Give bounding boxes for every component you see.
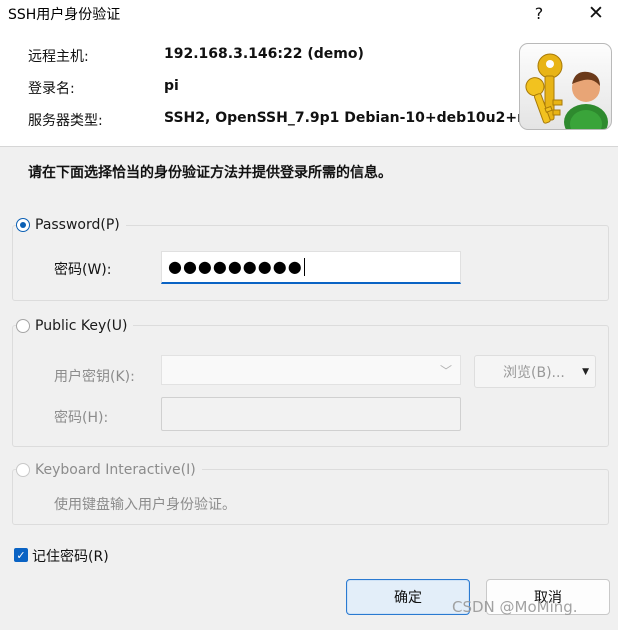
password-field[interactable]: ●●●●●●●●● <box>161 251 461 284</box>
help-button[interactable]: ? <box>519 0 559 26</box>
keyboard-interactive-radio[interactable]: Keyboard Interactive(I) <box>16 462 202 478</box>
text-caret <box>303 258 305 276</box>
remember-password-label[interactable]: 记住密码(R) <box>32 546 109 566</box>
watermark: CSDN @MoMing. <box>452 598 578 616</box>
title-bar: SSH用户身份验证 ? ✕ <box>0 0 618 26</box>
keyboard-interactive-radio-indicator[interactable] <box>16 463 30 477</box>
password-radio[interactable]: Password(P) <box>16 217 126 233</box>
user-key-label: 用户密钥(K): <box>54 369 135 385</box>
browse-button[interactable]: 浏览(B)... ▼ <box>474 355 596 388</box>
dropdown-arrow-icon: ▼ <box>582 367 589 377</box>
remote-host-label: 远程主机: <box>28 49 89 65</box>
help-icon: ? <box>534 3 544 23</box>
password-radio-label[interactable]: Password(P) <box>35 217 120 233</box>
close-icon: ✕ <box>588 2 604 24</box>
keyboard-interactive-description: 使用键盘输入用户身份验证。 <box>54 497 236 513</box>
server-type-value: SSH2, OpenSSH_7.9p1 Debian-10+deb10u2+rp <box>164 110 535 126</box>
remote-host-value: 192.168.3.146:22 (demo) <box>164 46 364 62</box>
window-title: SSH用户身份验证 <box>8 7 121 23</box>
password-radio-indicator[interactable] <box>16 218 30 232</box>
publickey-radio-indicator[interactable] <box>16 319 30 333</box>
login-name-label: 登录名: <box>28 81 75 97</box>
password-field-label: 密码(W): <box>54 262 112 278</box>
keyboard-interactive-radio-label[interactable]: Keyboard Interactive(I) <box>35 462 196 478</box>
key-passphrase-label: 密码(H): <box>54 410 109 426</box>
remember-password-checkbox[interactable]: ✓ <box>14 548 28 562</box>
close-button[interactable]: ✕ <box>576 0 616 26</box>
instruction-text: 请在下面选择恰当的身份验证方法并提供登录所需的信息。 <box>28 165 392 181</box>
publickey-radio[interactable]: Public Key(U) <box>16 318 134 334</box>
keys-user-icon <box>519 43 612 130</box>
publickey-radio-label[interactable]: Public Key(U) <box>35 318 127 334</box>
user-key-select[interactable]: ﹀ <box>161 355 461 385</box>
chevron-down-icon: ﹀ <box>439 364 452 378</box>
login-name-value: pi <box>164 78 179 94</box>
password-masked-value: ●●●●●●●●● <box>168 257 303 276</box>
browse-button-label: 浏览(B)... <box>503 364 565 381</box>
auth-body: 请在下面选择恰当的身份验证方法并提供登录所需的信息。 Password(P) 密… <box>0 147 618 630</box>
checkmark-icon: ✓ <box>16 548 26 562</box>
server-type-label: 服务器类型: <box>28 113 103 129</box>
key-passphrase-field[interactable] <box>161 397 461 431</box>
